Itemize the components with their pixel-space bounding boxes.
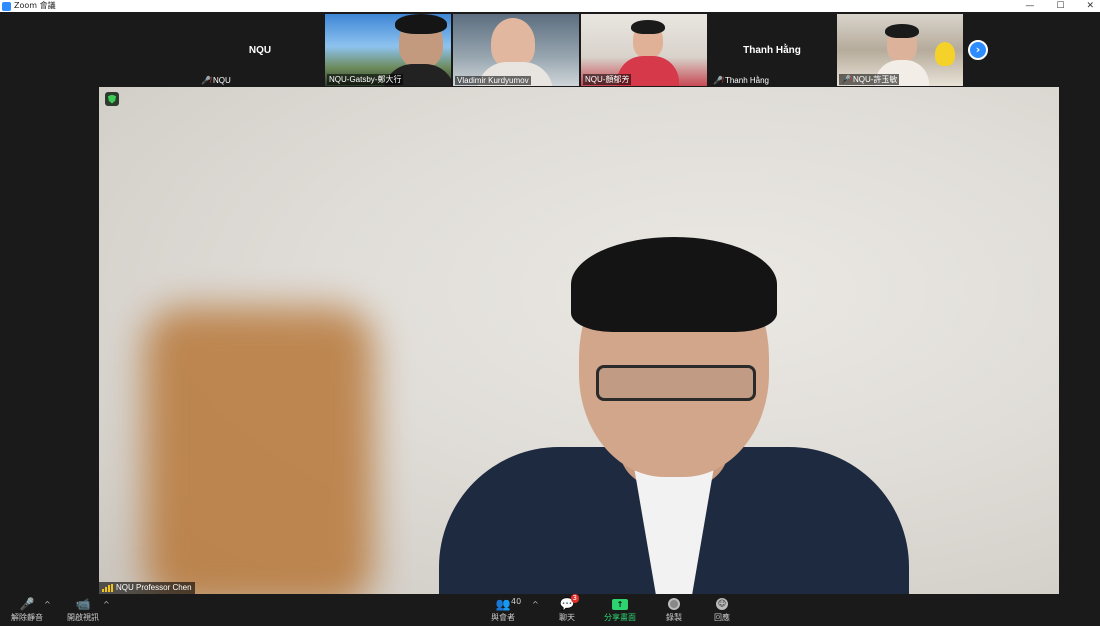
- participant-tile-hsu[interactable]: 🎤̸ NQU-許玉敏: [837, 14, 963, 86]
- speaker-glasses: [596, 365, 756, 401]
- participant-tile-nqu[interactable]: NQU 🎤̸ NQU: [197, 14, 323, 86]
- start-video-button[interactable]: 📹 開啟視訊: [60, 597, 106, 623]
- start-video-label: 開啟視訊: [67, 613, 99, 622]
- muted-mic-icon: 🎤: [19, 597, 35, 611]
- record-label: 錄製: [666, 613, 682, 622]
- participant-label: NQU-Gatsby-鄭大行: [327, 74, 404, 85]
- participant-video-hair: [885, 24, 919, 38]
- security-shield-icon[interactable]: [105, 92, 119, 106]
- participant-tile-yen[interactable]: NQU-顏郁芳: [581, 14, 707, 86]
- zoom-app-icon: [2, 1, 11, 11]
- muted-mic-icon: 🎤̸: [841, 75, 851, 84]
- record-button[interactable]: 錄製: [651, 597, 697, 623]
- muted-mic-icon: 🎤̸: [713, 76, 723, 85]
- record-icon: [664, 597, 684, 611]
- share-screen-button[interactable]: ↑ 分享畫面: [597, 597, 643, 623]
- signal-strength-icon: [102, 584, 113, 592]
- participant-video-hair: [395, 14, 447, 34]
- chevron-right-icon: ›: [975, 43, 981, 56]
- chat-label: 聊天: [559, 613, 575, 622]
- reactions-icon: ☺: [716, 598, 728, 610]
- participants-count: 40: [511, 597, 522, 606]
- chat-button[interactable]: 💬 3 聊天: [544, 594, 590, 623]
- unmute-label: 解除靜音: [11, 613, 43, 622]
- participant-tile-vladimir[interactable]: Vladimir Kurdyumov: [453, 14, 579, 86]
- participant-label-text: Thanh Hằng: [724, 76, 769, 85]
- gallery-strip: NQU 🎤̸ NQU NQU-Gatsby-鄭大行 Vladimir Kurdy…: [197, 14, 963, 86]
- blurred-background-object: [144, 307, 374, 594]
- participants-label: 與會者: [491, 613, 515, 622]
- participant-video-hair: [631, 20, 665, 34]
- participant-label-text: Vladimir Kurdyumov: [457, 76, 529, 85]
- maximize-button[interactable]: ☐: [1056, 0, 1064, 12]
- share-arrow-icon: ↑: [612, 598, 628, 610]
- participant-label: 🎤̸ NQU: [199, 76, 233, 85]
- window-title: Zoom 會議: [14, 1, 56, 10]
- speaker-figure: [439, 237, 909, 594]
- speaker-name: NQU Professor Chen: [116, 583, 192, 592]
- chat-unread-badge: 3: [570, 594, 579, 603]
- minimize-button[interactable]: —: [1025, 0, 1034, 12]
- participants-icon: 👥 40: [495, 597, 522, 611]
- participant-video: [491, 18, 535, 68]
- participant-label-text: NQU-Gatsby-鄭大行: [329, 75, 402, 84]
- close-button[interactable]: ✕: [1086, 0, 1094, 12]
- participant-tile-gatsby[interactable]: NQU-Gatsby-鄭大行: [325, 14, 451, 86]
- participant-name: NQU: [248, 44, 272, 56]
- video-off-icon: 📹: [75, 597, 91, 611]
- next-page-button[interactable]: ›: [968, 40, 988, 60]
- participants-button[interactable]: 👥 40 與會者: [480, 597, 526, 623]
- participant-label: NQU-顏郁芳: [583, 74, 632, 85]
- window-controls: — ☐ ✕: [1025, 0, 1094, 12]
- muted-mic-icon: 🎤̸: [201, 76, 211, 85]
- participant-name: Thanh Hằng: [743, 44, 801, 56]
- window-titlebar: Zoom 會議 — ☐ ✕: [0, 0, 1100, 12]
- share-screen-icon: ↑: [610, 597, 630, 611]
- speaker-hair: [571, 237, 777, 332]
- participant-tile-thanh[interactable]: Thanh Hằng 🎤̸ Thanh Hằng: [709, 14, 835, 86]
- yellow-figure: [935, 42, 955, 66]
- participant-label-text: NQU: [212, 76, 231, 85]
- meeting-toolbar: 🎤 解除靜音 ^ 📹 開啟視訊 ^ 👥 40 與會者 ^ 💬 3 聊天 ↑ 分享畫面…: [0, 594, 1100, 626]
- chat-icon: 💬 3: [559, 594, 579, 611]
- reactions-label: 回應: [714, 613, 730, 622]
- reactions-button[interactable]: ☺ 回應: [699, 597, 745, 623]
- participant-label-text: NQU-許玉敏: [852, 75, 898, 84]
- speaker-name-label: NQU Professor Chen: [99, 582, 195, 594]
- active-speaker-video[interactable]: NQU Professor Chen: [99, 87, 1059, 594]
- share-screen-label: 分享畫面: [604, 613, 636, 622]
- participants-options-caret[interactable]: ^: [532, 600, 539, 609]
- audio-options-caret[interactable]: ^: [44, 600, 51, 609]
- participant-label: 🎤̸ Thanh Hằng: [711, 76, 771, 85]
- participant-label-text: NQU-顏郁芳: [585, 75, 630, 84]
- participant-label: Vladimir Kurdyumov: [455, 76, 531, 85]
- participant-label: 🎤̸ NQU-許玉敏: [839, 74, 900, 85]
- video-options-caret[interactable]: ^: [103, 600, 110, 609]
- meeting-stage: NQU 🎤̸ NQU NQU-Gatsby-鄭大行 Vladimir Kurdy…: [0, 12, 1100, 594]
